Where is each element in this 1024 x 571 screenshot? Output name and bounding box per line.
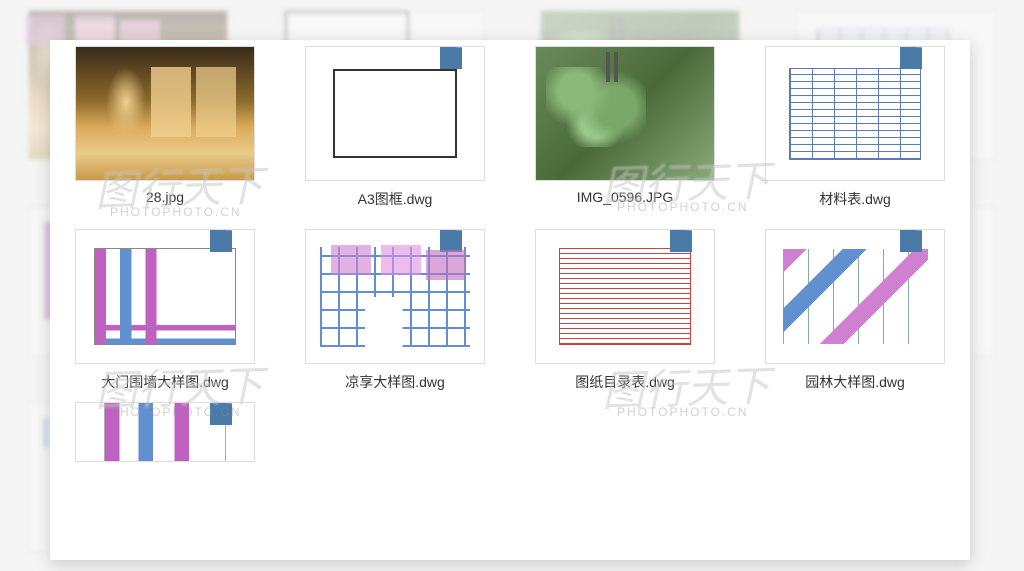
file-thumbnail bbox=[305, 229, 485, 364]
file-label: 园林大样图.dwg bbox=[805, 372, 905, 392]
dwg-file-icon bbox=[900, 46, 922, 69]
file-thumbnail bbox=[535, 46, 715, 181]
dwg-file-icon bbox=[440, 229, 462, 252]
file-item-a3-frame-dwg[interactable]: A3图框.dwg bbox=[290, 40, 500, 215]
file-thumbnail bbox=[765, 229, 945, 364]
file-label: 大门围墙大样图.dwg bbox=[101, 372, 229, 392]
file-label: A3图框.dwg bbox=[358, 189, 433, 209]
file-thumbnail bbox=[535, 229, 715, 364]
dwg-file-icon bbox=[900, 229, 922, 252]
file-grid: 28.jpg A3图框.dwg IMG_0596.JPG 材料表.dwg 大门围… bbox=[50, 40, 970, 468]
file-item-partial[interactable] bbox=[60, 396, 270, 468]
file-item-img-0596-jpg[interactable]: IMG_0596.JPG bbox=[520, 40, 730, 215]
file-item-drawing-catalog-dwg[interactable]: 图纸目录表.dwg bbox=[520, 223, 730, 398]
file-item-material-table-dwg[interactable]: 材料表.dwg bbox=[750, 40, 960, 215]
file-item-garden-detail-dwg[interactable]: 园林大样图.dwg bbox=[750, 223, 960, 398]
file-label: 28.jpg bbox=[146, 189, 184, 205]
file-thumbnail bbox=[75, 229, 255, 364]
file-thumbnail bbox=[75, 46, 255, 181]
dwg-file-icon bbox=[440, 46, 462, 69]
file-browser-panel: 28.jpg A3图框.dwg IMG_0596.JPG 材料表.dwg 大门围… bbox=[50, 40, 970, 560]
file-thumbnail bbox=[765, 46, 945, 181]
dwg-file-icon bbox=[670, 229, 692, 252]
file-item-gate-wall-detail-dwg[interactable]: 大门围墙大样图.dwg bbox=[60, 223, 270, 398]
file-thumbnail bbox=[75, 402, 255, 462]
dwg-file-icon bbox=[210, 402, 232, 425]
file-label: 图纸目录表.dwg bbox=[575, 372, 675, 392]
file-label: 材料表.dwg bbox=[819, 189, 891, 209]
file-item-28-jpg[interactable]: 28.jpg bbox=[60, 40, 270, 215]
file-thumbnail bbox=[305, 46, 485, 181]
file-item-pavilion-detail-dwg[interactable]: 凉享大样图.dwg bbox=[290, 223, 500, 398]
file-label: 凉享大样图.dwg bbox=[345, 372, 445, 392]
file-label: IMG_0596.JPG bbox=[577, 189, 674, 205]
dwg-file-icon bbox=[210, 229, 232, 252]
